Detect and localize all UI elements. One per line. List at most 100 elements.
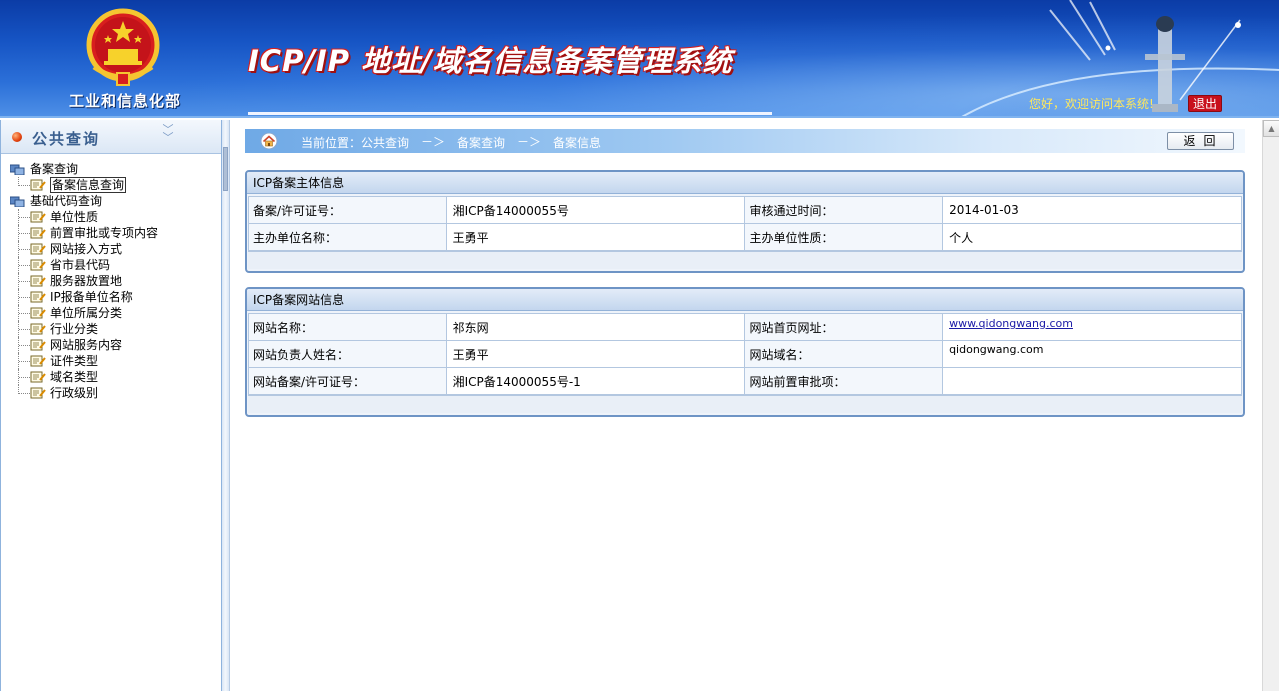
tree-item-pre-approval[interactable]: 前置审批或专项内容 [10,225,221,241]
tree-item-label: 域名类型 [50,370,99,384]
tree-item-label: 网站接入方式 [50,242,123,256]
field-label: 网站前置审批项： [744,367,944,395]
welcome-message: 您好，欢迎访问本系统! [1029,97,1154,111]
table-row: 主办单位名称： 王勇平 主办单位性质： 个人 [248,223,1242,251]
website-info-table: 网站名称： 祁东网 网站首页网址： www.qidongwang.com 网站负… [248,313,1242,395]
document-edit-icon [30,371,46,383]
field-label: 审核通过时间： [744,196,944,224]
sidebar: 公共查询 ﹀ ﹀ 备案查询 备案信息查询 基础代码查询 单位性质 前置审批或专项… [0,120,222,691]
document-edit-icon [30,179,46,191]
document-edit-icon [30,291,46,303]
tree-item-label: IP报备单位名称 [50,290,133,304]
logout-button[interactable]: 退出 [1188,95,1222,112]
tree-item-label: 行政级别 [50,386,99,400]
tree-item-label: 服务器放置地 [50,274,123,288]
bullet-icon [12,132,22,142]
tree-node-label: 基础代码查询 [30,194,103,208]
tree-item-access-method[interactable]: 网站接入方式 [10,241,221,257]
tree-node-record-query[interactable]: 备案查询 [10,161,221,177]
tree-item-ip-report-unit[interactable]: IP报备单位名称 [10,289,221,305]
sidebar-header: 公共查询 ﹀ ﹀ [1,120,221,154]
home-icon[interactable] [260,133,278,149]
tree-item-label: 行业分类 [50,322,99,336]
tree-item-label: 备案信息查询 [50,177,127,193]
nav-tree: 备案查询 备案信息查询 基础代码查询 单位性质 前置审批或专项内容 网站接入方式… [1,154,221,401]
header-banner: 工业和信息化部 ICP/IP 地址/域名信息备案管理系统 您好，欢迎访问本系统!… [0,0,1279,118]
field-value: 湘ICP备14000055号-1 [445,367,746,395]
document-edit-icon [30,307,46,319]
field-value [942,367,1242,395]
vertical-scrollbar[interactable]: ▲ [1262,120,1279,691]
tree-item-label: 单位性质 [50,210,99,224]
national-emblem-icon [86,8,160,86]
field-value: 祁东网 [445,313,746,341]
table-row: 网站备案/许可证号： 湘ICP备14000055号-1 网站前置审批项： [248,367,1242,395]
field-label: 网站负责人姓名： [248,340,447,368]
document-edit-icon [30,211,46,223]
system-title: ICP/IP 地址/域名信息备案管理系统 [248,44,733,78]
sidebar-title: 公共查询 [32,130,101,148]
field-label: 网站首页网址： [744,313,944,341]
folder-group-icon [10,164,25,175]
field-label: 网站名称： [248,313,447,341]
breadcrumb-item[interactable]: 备案查询 [457,134,505,151]
panel-footer [248,251,1242,269]
splitter-handle[interactable] [223,147,228,191]
field-label: 网站域名： [744,340,944,368]
website-info-panel: ICP备案网站信息 网站名称： 祁东网 网站首页网址： www.qidongwa… [245,287,1245,417]
panel-title: ICP备案网站信息 [247,289,1243,311]
tree-item-admin-level[interactable]: 行政级别 [10,385,221,401]
field-label: 主办单位性质： [744,223,944,251]
double-chevron-down-icon[interactable]: ﹀ ﹀ [160,124,176,144]
tree-item-record-info-query[interactable]: 备案信息查询 [10,177,221,193]
back-button[interactable]: 返回 [1167,132,1234,150]
table-row: 网站负责人姓名： 王勇平 网站域名： qidongwang.com [248,340,1242,368]
document-edit-icon [30,323,46,335]
field-value: 湘ICP备14000055号 [445,196,746,224]
table-row: 网站名称： 祁东网 网站首页网址： www.qidongwang.com [248,313,1242,341]
breadcrumb-item: 备案信息 [553,136,602,150]
tree-item-unit-category[interactable]: 单位所属分类 [10,305,221,321]
document-edit-icon [30,259,46,271]
folder-group-icon [10,196,25,207]
document-edit-icon [30,227,46,239]
tree-item-service-content[interactable]: 网站服务内容 [10,337,221,353]
tree-item-label: 单位所属分类 [50,306,123,320]
breadcrumb: 当前位置：公共查询 －＞ 备案查询 －＞ 备案信息 返回 [245,129,1245,153]
subject-info-table: 备案/许可证号： 湘ICP备14000055号 审核通过时间： 2014-01-… [248,196,1242,251]
tree-item-industry[interactable]: 行业分类 [10,321,221,337]
field-value: 个人 [942,223,1242,251]
tree-item-server-location[interactable]: 服务器放置地 [10,273,221,289]
field-value: 王勇平 [445,340,746,368]
tree-item-label: 省市县代码 [50,258,111,272]
field-label: 主办单位名称： [248,223,447,251]
breadcrumb-separator: －＞ [421,135,446,149]
homepage-url-link[interactable]: www.qidongwang.com [949,317,1073,330]
ministry-name: 工业和信息化部 [68,92,181,110]
field-value: qidongwang.com [942,340,1242,368]
field-value-cell: www.qidongwang.com [942,313,1242,341]
tree-node-label: 备案查询 [30,162,79,176]
tree-item-label: 网站服务内容 [50,338,123,352]
breadcrumb-prefix: 当前位置：公共查询 [301,136,410,150]
tree-item-domain-type[interactable]: 域名类型 [10,369,221,385]
sidebar-splitter[interactable] [222,120,230,691]
tree-item-label: 前置审批或专项内容 [50,226,159,240]
field-label: 网站备案/许可证号： [248,367,447,395]
field-value: 王勇平 [445,223,746,251]
field-label: 备案/许可证号： [248,196,447,224]
table-row: 备案/许可证号： 湘ICP备14000055号 审核通过时间： 2014-01-… [248,196,1242,224]
document-edit-icon [30,355,46,367]
field-value: 2014-01-03 [942,196,1242,224]
main-content: 当前位置：公共查询 －＞ 备案查询 －＞ 备案信息 返回 ICP备案主体信息 备… [231,120,1261,691]
tree-item-id-type[interactable]: 证件类型 [10,353,221,369]
subject-info-panel: ICP备案主体信息 备案/许可证号： 湘ICP备14000055号 审核通过时间… [245,170,1245,273]
document-edit-icon [30,387,46,399]
scroll-up-arrow-icon[interactable]: ▲ [1263,120,1279,137]
panel-title: ICP备案主体信息 [247,172,1243,194]
tree-item-unit-nature[interactable]: 单位性质 [10,209,221,225]
tree-node-base-code-query[interactable]: 基础代码查询 [10,193,221,209]
tree-item-region-code[interactable]: 省市县代码 [10,257,221,273]
document-edit-icon [30,339,46,351]
title-underline [248,112,772,115]
